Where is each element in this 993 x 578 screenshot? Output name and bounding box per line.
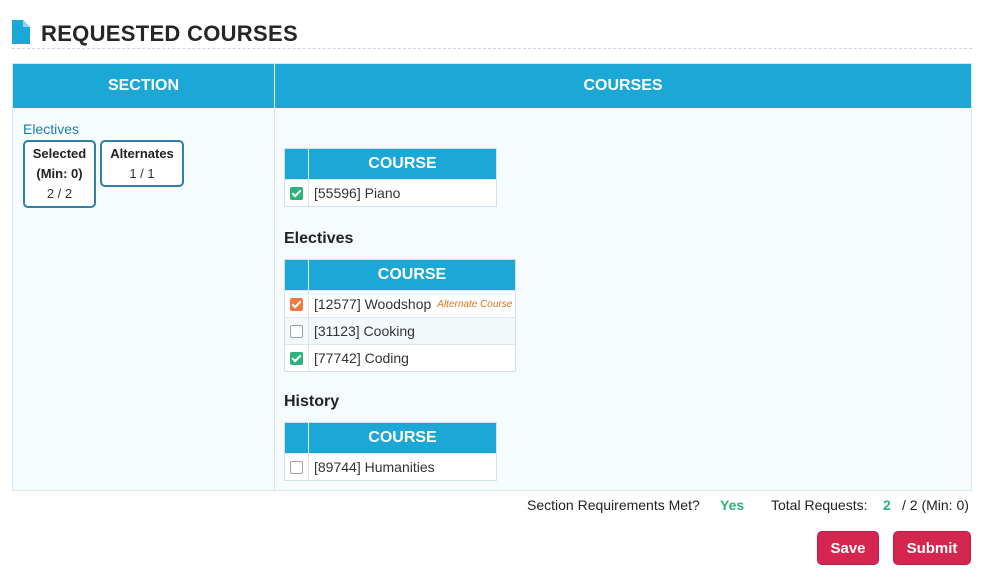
- alternates-count-box: Alternates 1 / 1: [100, 140, 184, 187]
- course-row[interactable]: [12577] Woodshop Alternate Course: [285, 290, 515, 317]
- selected-count-box: Selected (Min: 0) 2 / 2: [23, 140, 96, 208]
- course-row[interactable]: [55596] Piano: [285, 179, 496, 206]
- section-name-link[interactable]: Electives: [23, 121, 79, 137]
- course-checkbox[interactable]: [290, 460, 303, 474]
- group-title-electives: Electives: [284, 230, 354, 247]
- course-name: [12577] Woodshop: [314, 296, 432, 312]
- group-title-history: History: [284, 393, 340, 410]
- page-title: REQUESTED COURSES: [41, 21, 298, 46]
- course-header-label: COURSE: [309, 149, 496, 179]
- course-name: [55596] Piano: [314, 185, 401, 201]
- selected-min-label: (Min: 0): [36, 166, 83, 181]
- course-checkbox[interactable]: [290, 186, 303, 200]
- course-name: [31123] Cooking: [314, 323, 415, 339]
- alternate-course-tag: Alternate Course: [437, 298, 513, 310]
- save-button[interactable]: Save: [817, 531, 879, 565]
- total-requests-suffix: / 2 (Min: 0): [902, 497, 969, 513]
- alternates-label: Alternates: [110, 146, 174, 161]
- course-row[interactable]: [31123] Cooking: [285, 317, 515, 344]
- course-header-label: COURSE: [309, 423, 496, 453]
- course-row[interactable]: [77742] Coding: [285, 344, 515, 371]
- total-requests-value: 2: [883, 497, 891, 513]
- course-checkbox[interactable]: [290, 351, 303, 365]
- course-table-header: COURSE: [285, 260, 515, 290]
- course-table-header: COURSE: [285, 149, 496, 179]
- course-checkbox[interactable]: [290, 297, 303, 311]
- course-row[interactable]: [89744] Humanities: [285, 453, 496, 480]
- requirements-met-value: Yes: [720, 497, 745, 513]
- total-requests-label: Total Requests:: [771, 497, 868, 513]
- course-header-label: COURSE: [309, 260, 515, 290]
- course-table-electives: COURSE [12577] Woodshop Alternate Course…: [284, 259, 516, 372]
- course-table-core: COURSE [55596] Piano: [284, 148, 497, 207]
- course-table-history: COURSE [89744] Humanities: [284, 422, 497, 481]
- courses-column-header: COURSES: [275, 64, 971, 108]
- course-name: [77742] Coding: [314, 350, 409, 366]
- course-name: [89744] Humanities: [314, 459, 435, 475]
- document-icon: [12, 20, 30, 44]
- submit-button[interactable]: Submit: [893, 531, 971, 565]
- alternates-value: 1 / 1: [129, 166, 155, 181]
- course-table-header: COURSE: [285, 423, 496, 453]
- selected-label: Selected: [32, 146, 87, 161]
- column-divider: [274, 108, 275, 491]
- requirements-met-label: Section Requirements Met?: [527, 497, 700, 513]
- selected-value: 2 / 2: [46, 186, 73, 201]
- course-checkbox[interactable]: [290, 324, 303, 338]
- section-column-header: SECTION: [13, 64, 275, 108]
- requested-courses-table: SECTION COURSES Electives Selected (Min:…: [12, 63, 972, 491]
- page-header: REQUESTED COURSES: [12, 18, 972, 49]
